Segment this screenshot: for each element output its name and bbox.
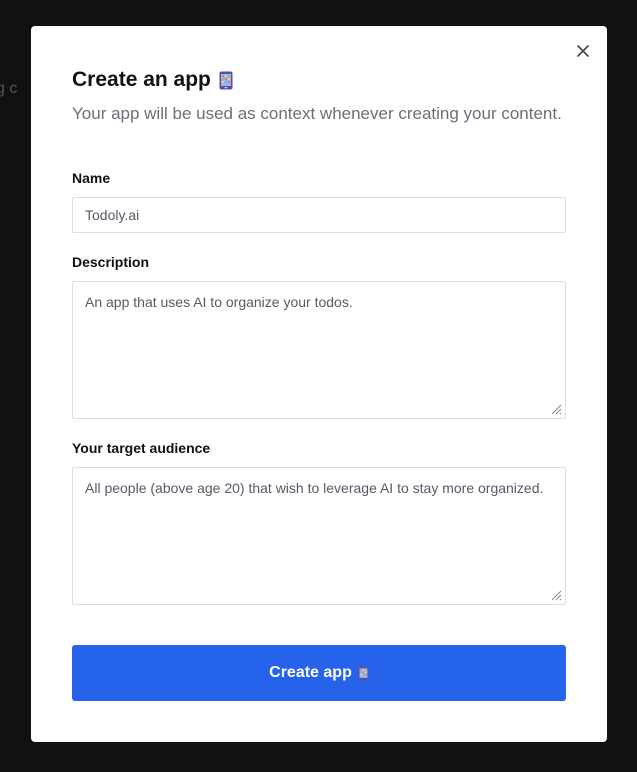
resize-handle-icon[interactable] (550, 403, 562, 415)
audience-textarea[interactable]: All people (above age 20) that wish to l… (72, 467, 566, 605)
create-app-button[interactable]: Create app (72, 645, 566, 701)
description-value: An app that uses AI to organize your tod… (85, 294, 353, 310)
audience-label: Your target audience (72, 440, 211, 456)
close-icon[interactable] (573, 41, 593, 61)
modal-subtitle: Your app will be used as context wheneve… (72, 104, 562, 123)
background-partial-text: g c (0, 80, 18, 97)
name-input[interactable]: Todoly.ai (72, 197, 566, 233)
resize-handle-icon[interactable] (550, 589, 562, 601)
name-label: Name (72, 170, 111, 186)
create-app-modal: Create an app Your app will be used as c… (31, 26, 607, 742)
mobile-phone-icon (358, 665, 369, 681)
create-app-label: Create app (269, 664, 352, 681)
description-label: Description (72, 254, 150, 270)
modal-title: Create an app (72, 68, 233, 92)
mobile-phone-icon (219, 71, 233, 90)
description-textarea[interactable]: An app that uses AI to organize your tod… (72, 281, 566, 419)
audience-value: All people (above age 20) that wish to l… (85, 480, 544, 496)
modal-title-text: Create an app (72, 68, 211, 91)
